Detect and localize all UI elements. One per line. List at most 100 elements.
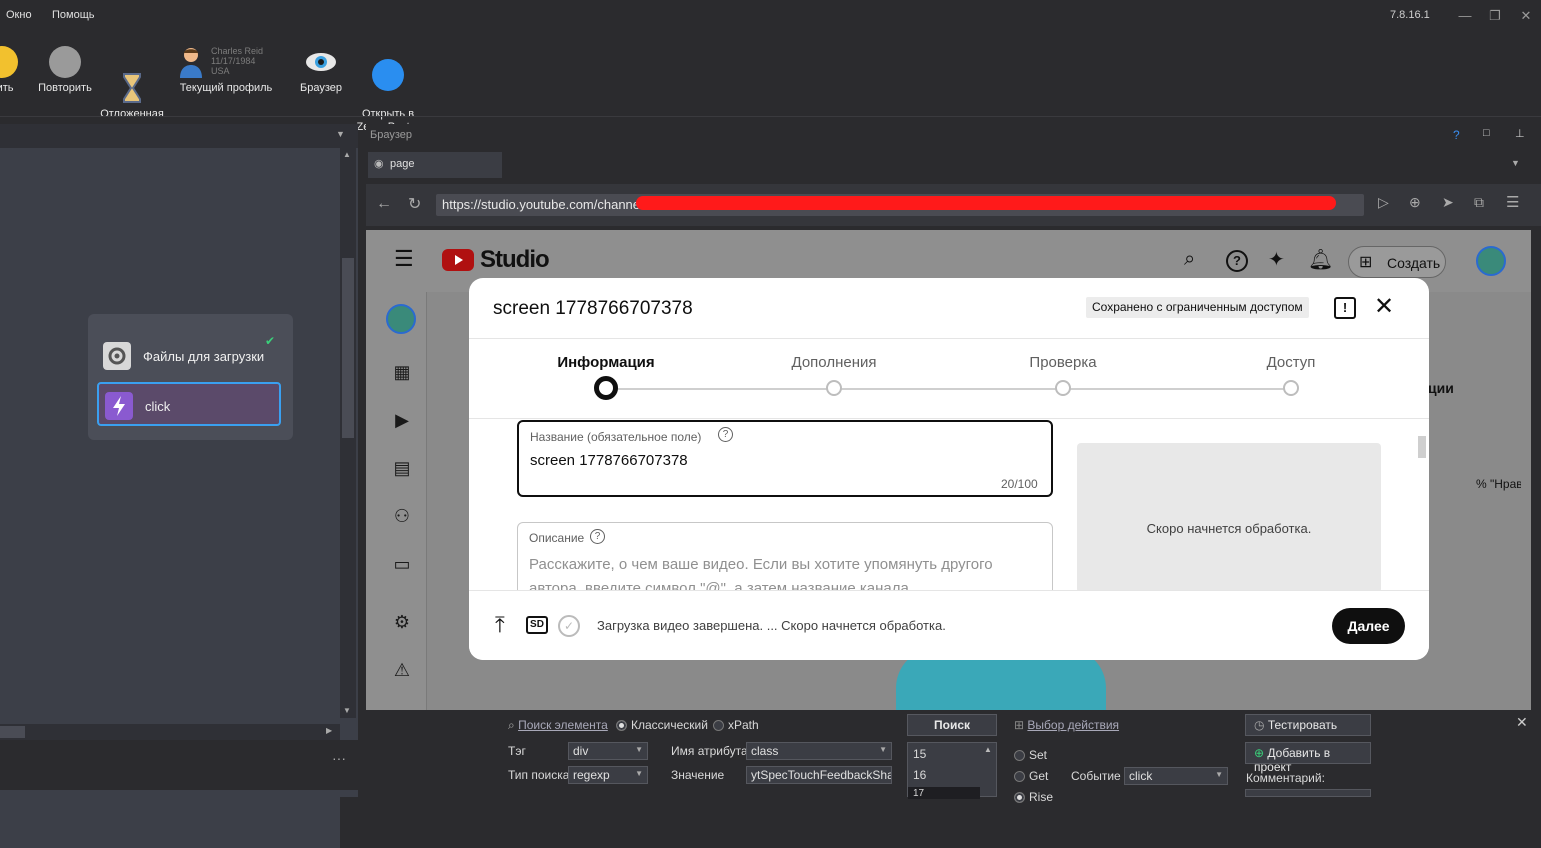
- puzzle-icon[interactable]: ⧉: [1474, 194, 1484, 211]
- target-icon[interactable]: ⊕: [1409, 194, 1421, 211]
- maximize-icon[interactable]: □: [1483, 127, 1490, 139]
- reload-icon[interactable]: ↻: [408, 194, 421, 214]
- toolbar-profile-button[interactable]: Charles Reid 11/17/1984 USA Текущий проф…: [178, 46, 274, 95]
- close-panel-icon[interactable]: ✕: [1516, 714, 1528, 731]
- menu-help[interactable]: Помощь: [52, 9, 95, 21]
- yt-sidebar-scrollbar[interactable]: [426, 292, 438, 710]
- radio-set[interactable]: Set: [1014, 748, 1047, 762]
- help-circle-icon[interactable]: ?: [1226, 250, 1248, 272]
- value-input[interactable]: ytSpecTouchFeedbackShape: [746, 766, 892, 784]
- result-list[interactable]: 15 16 17 ▲: [907, 742, 997, 799]
- dialog-footer-divider: [469, 590, 1429, 591]
- toolbar-browser-button[interactable]: Браузер: [296, 46, 346, 95]
- title-value[interactable]: screen 1778766707378: [530, 452, 688, 469]
- title-counter: 20/100: [1001, 477, 1038, 491]
- hamburger-icon[interactable]: ☰: [394, 246, 414, 272]
- cursor-icon[interactable]: ➤: [1442, 194, 1454, 211]
- community-icon[interactable]: ⚇: [390, 506, 414, 530]
- tag-select[interactable]: div ▼: [568, 742, 648, 760]
- title-field[interactable]: Название (обязательное поле) ? screen 17…: [517, 420, 1053, 497]
- yt-right-col-header: ции: [1428, 380, 1454, 396]
- browser-tab-page[interactable]: ◉ page: [368, 152, 502, 178]
- comment-input[interactable]: [1245, 789, 1371, 797]
- scroll-down-icon[interactable]: ▼: [343, 706, 351, 715]
- node-files-for-upload[interactable]: Файлы для загрузки ✔: [97, 334, 281, 378]
- next-button[interactable]: Далее: [1332, 608, 1405, 644]
- close-dialog-icon[interactable]: ✕: [1374, 292, 1394, 321]
- menu-icon[interactable]: ☰: [1506, 193, 1519, 211]
- list-item-selected[interactable]: 17: [908, 787, 980, 799]
- scroll-up-icon[interactable]: ▲: [343, 150, 351, 159]
- toolbar-repeat-button[interactable]: Повторить: [36, 46, 94, 95]
- list-scroll-up-icon[interactable]: ▲: [984, 745, 992, 754]
- dashboard-icon[interactable]: ▦: [390, 362, 414, 386]
- search-element-link[interactable]: ⌕ Поиск элемента: [508, 718, 608, 733]
- step-information[interactable]: Информация: [551, 354, 661, 371]
- close-icon[interactable]: ✕: [1516, 6, 1536, 26]
- radio-get[interactable]: Get: [1014, 769, 1048, 783]
- play-icon[interactable]: ▷: [1378, 194, 1389, 211]
- back-icon[interactable]: ←: [376, 195, 392, 213]
- test-button[interactable]: ◷ Тестировать: [1245, 714, 1371, 736]
- dropdown-icon: ▼: [635, 745, 643, 754]
- yt-page-scrollbar[interactable]: [1521, 292, 1531, 710]
- restore-icon[interactable]: ❐: [1485, 6, 1505, 26]
- vertical-scrollbar[interactable]: ▲ ▼: [340, 148, 356, 718]
- analytics-icon[interactable]: ▤: [390, 458, 414, 482]
- subtitles-icon[interactable]: ▭: [390, 554, 414, 578]
- create-button[interactable]: ⊞ Создать: [1348, 246, 1446, 278]
- add-to-project-button[interactable]: ⊕ Добавить в проект: [1245, 742, 1371, 774]
- radio-classic[interactable]: Классический: [616, 718, 708, 732]
- settings-icon[interactable]: ⚙: [390, 612, 414, 636]
- radio-xpath[interactable]: xPath: [713, 718, 759, 732]
- toolbar-run-button[interactable]: нить: [0, 46, 24, 95]
- dialog-scrollbar[interactable]: [1417, 420, 1427, 590]
- attr-name-select[interactable]: class ▼: [746, 742, 892, 760]
- list-item[interactable]: 15: [913, 747, 926, 761]
- studio-logo-text: Studio: [480, 246, 550, 273]
- content-icon[interactable]: ▶: [390, 410, 414, 434]
- plus-circle-icon: ⊕: [1254, 746, 1265, 760]
- menu-window[interactable]: Окно: [6, 9, 32, 21]
- horizontal-scrollbar[interactable]: ▶: [0, 724, 340, 740]
- tag-label: Тэг: [508, 744, 526, 758]
- scroll-right-icon[interactable]: ▶: [326, 726, 332, 735]
- search-type-select[interactable]: regexp ▼: [568, 766, 648, 784]
- toolbar-divider: [0, 116, 1541, 117]
- test-icon: ◷: [1254, 718, 1265, 732]
- bell-icon[interactable]: 🔔︎: [1308, 247, 1333, 272]
- hscroll-thumb[interactable]: [0, 726, 25, 738]
- toolbar-open-zennoposter-button[interactable]: Открыть в ZennoPoster: [356, 46, 420, 134]
- help-icon[interactable]: ?: [1453, 128, 1460, 142]
- sidebar-avatar[interactable]: [386, 304, 416, 334]
- sparkle-icon[interactable]: ✦: [1268, 247, 1285, 272]
- chevron-down-icon[interactable]: ▼: [336, 129, 345, 139]
- node-click[interactable]: click: [97, 382, 281, 426]
- pin-icon[interactable]: ⊥: [1515, 127, 1525, 140]
- radio-rise[interactable]: Rise: [1014, 790, 1053, 804]
- yt-likes-col: % "Нрав: [1476, 477, 1523, 491]
- title-help-icon[interactable]: ?: [718, 427, 733, 442]
- step-checks[interactable]: Проверка: [1008, 354, 1118, 371]
- step-extras[interactable]: Дополнения: [779, 354, 889, 371]
- channel-avatar[interactable]: [1476, 246, 1506, 276]
- tabs-dropdown-icon[interactable]: ▼: [1511, 158, 1520, 168]
- dialog-scroll-thumb[interactable]: [1418, 436, 1426, 458]
- redaction-mark: [636, 196, 1336, 210]
- list-item[interactable]: 16: [913, 768, 926, 782]
- youtube-logo-icon[interactable]: [442, 249, 474, 271]
- feedback-icon[interactable]: ⚠: [390, 660, 414, 684]
- more-icon[interactable]: ···: [332, 750, 346, 766]
- node-group[interactable]: Файлы для загрузки ✔ click: [88, 314, 293, 440]
- scrollbar-thumb[interactable]: [342, 258, 354, 438]
- search-icon[interactable]: ⌕: [1184, 248, 1195, 271]
- video-plus-icon: ⊞: [1359, 254, 1373, 271]
- search-button[interactable]: Поиск: [907, 714, 997, 736]
- step-visibility[interactable]: Доступ: [1236, 354, 1346, 371]
- report-icon[interactable]: !: [1334, 297, 1356, 319]
- description-help-icon[interactable]: ?: [590, 529, 605, 544]
- select-action-link[interactable]: ⊞ Выбор действия: [1014, 718, 1119, 732]
- toolbar-deferred-render-button[interactable]: Отложенная отрисовка: [100, 46, 164, 134]
- minimize-icon[interactable]: —: [1455, 6, 1475, 26]
- event-select[interactable]: click ▼: [1124, 767, 1228, 785]
